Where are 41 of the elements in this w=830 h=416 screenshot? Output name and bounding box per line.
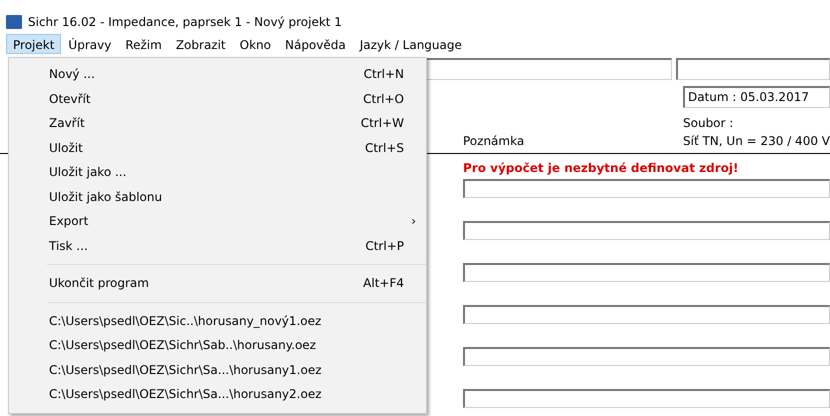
- menu-item[interactable]: Okno: [232, 34, 278, 54]
- menu-item[interactable]: Projekt: [6, 34, 62, 54]
- note-label: Poznámka: [463, 133, 526, 150]
- file-label: Soubor :: [683, 115, 734, 132]
- menu-item[interactable]: Nápověda: [278, 34, 353, 54]
- menu-item[interactable]: Jazyk / Language: [352, 34, 469, 54]
- text-field[interactable]: [463, 263, 830, 282]
- menu-item[interactable]: C:\Users\psedl\OEZ\Sichr\Sa...\horusany2.oez: [49, 385, 322, 404]
- menu-item[interactable]: Tisk ...: [49, 236, 88, 255]
- window-title: Sichr 16.02 - Impedance, paprsek 1 - Nový projekt 1: [28, 14, 342, 31]
- text-field[interactable]: [463, 221, 830, 240]
- menu-item[interactable]: Otevřít: [49, 90, 91, 108]
- menu-item[interactable]: Zobrazit: [168, 34, 233, 54]
- menu-item[interactable]: Uložit jako ...: [49, 163, 126, 182]
- network-text: Síť TN, Un = 230 / 400 V: [683, 133, 830, 150]
- menu-item[interactable]: Úpravy: [61, 34, 118, 54]
- menu-item[interactable]: C:\Users\psedl\OEZ\Sichr\Sa...\horusany1.oez: [49, 360, 322, 379]
- shortcut-text: Ctrl+P: [365, 238, 404, 255]
- warning-text: Pro výpočet je nezbytné definovat zdroj!: [463, 160, 740, 177]
- text-field[interactable]: [676, 58, 830, 80]
- menu-item[interactable]: Uložit: [49, 138, 83, 157]
- app-icon: [6, 15, 22, 29]
- shortcut-text: Ctrl+O: [363, 90, 404, 108]
- menu-item[interactable]: Zavřít: [49, 114, 85, 132]
- text-field[interactable]: [463, 179, 830, 198]
- shortcut-text: Alt+F4: [363, 275, 404, 292]
- text-field[interactable]: [463, 347, 830, 366]
- text-field[interactable]: [463, 305, 830, 324]
- shortcut-text: Ctrl+N: [364, 66, 404, 84]
- text-field[interactable]: [463, 389, 830, 408]
- menu-item[interactable]: C:\Users\psedl\OEZ\Sic..\horusany_nový1.oez: [49, 312, 322, 330]
- shortcut-text: Ctrl+W: [360, 115, 404, 132]
- submenu-arrow-icon: ›: [411, 212, 416, 230]
- menu-item[interactable]: Uložit jako šablonu: [49, 188, 162, 206]
- menu-item[interactable]: Režim: [118, 34, 169, 54]
- shortcut-text: Ctrl+S: [364, 140, 404, 157]
- menu-item[interactable]: Nový ...: [49, 65, 95, 84]
- menu-item[interactable]: Ukončit program: [49, 274, 149, 292]
- date-field[interactable]: Datum : 05.03.2017: [683, 86, 830, 108]
- menu-item[interactable]: Export: [49, 212, 88, 230]
- menu-item[interactable]: C:\Users\psedl\OEZ\Sichr\Sab..\horusany.oez: [49, 336, 316, 354]
